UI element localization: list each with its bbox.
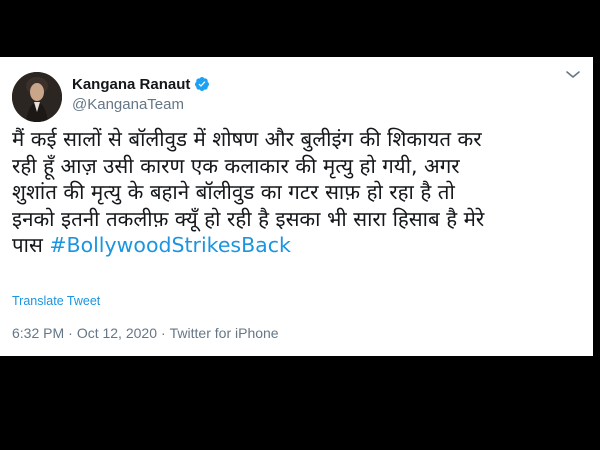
author-display-name[interactable]: Kangana Ranaut [72, 76, 190, 93]
meta-separator: · [68, 325, 73, 341]
tweet-text-line: इनको इतनी तकलीफ़ क्यूँ हो रही है इसका भी… [12, 206, 485, 231]
tweet-time[interactable]: 6:32 PM [12, 325, 64, 341]
author-handle[interactable]: @KanganaTeam [72, 96, 210, 113]
translate-tweet-link[interactable]: Translate Tweet [12, 294, 100, 308]
author-block: Kangana Ranaut @KanganaTeam [72, 74, 210, 113]
tweet-card: Kangana Ranaut @KanganaTeam मैं कई सालों… [0, 57, 593, 356]
tweet-meta: 6:32 PM · Oct 12, 2020 · Twitter for iPh… [12, 325, 279, 341]
hashtag-link[interactable]: #BollywoodStrikesBack [49, 233, 291, 257]
more-options-icon[interactable] [563, 67, 583, 81]
tweet-text-line: मैं कई सालों से बॉलीवुड में शोषण और बुली… [12, 127, 482, 151]
tweet-text-line-prefix: पास [12, 233, 50, 257]
tweet-text-line: शुशांत की मृत्यु के बहाने बॉलीवुड का गटर… [12, 180, 455, 204]
tweet-text-line: रही हूँ आज़ उसी कारण एक कलाकार की मृत्यु… [12, 153, 460, 178]
avatar-portrait-icon [12, 72, 62, 122]
author-name-row: Kangana Ranaut [72, 74, 210, 94]
tweet-source-link[interactable]: Twitter for iPhone [170, 325, 279, 341]
tweet-text: मैं कई सालों से बॉलीवुड में शोषण और बुली… [12, 126, 582, 259]
avatar[interactable] [12, 72, 62, 122]
meta-separator: · [160, 325, 166, 341]
tweet-text-last-line: पास #BollywoodStrikesBack [12, 232, 582, 259]
verified-badge-icon [195, 77, 210, 91]
tweet-date[interactable]: Oct 12, 2020 [77, 325, 157, 341]
